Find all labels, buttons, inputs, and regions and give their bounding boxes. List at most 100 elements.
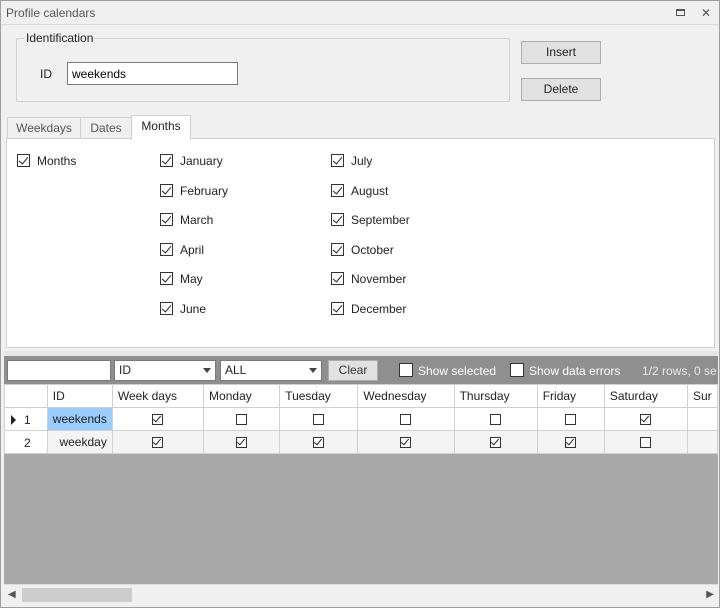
flag-cell[interactable] — [111, 430, 205, 454]
months-all-label: Months — [37, 154, 77, 168]
column-select[interactable]: ID — [114, 360, 216, 381]
column-header[interactable]: Saturday — [603, 384, 688, 408]
month-checkbox[interactable] — [331, 243, 344, 256]
column-header[interactable]: Sur — [686, 384, 718, 408]
tab-dates[interactable]: Dates — [80, 117, 132, 139]
flag-cell[interactable] — [686, 407, 718, 431]
grid-checkbox[interactable] — [490, 414, 502, 426]
month-checkbox[interactable] — [331, 302, 344, 315]
month-label: November — [351, 272, 407, 286]
chevron-down-icon — [203, 368, 211, 373]
horizontal-scrollbar[interactable]: ◀ ▶ — [4, 584, 718, 605]
flag-cell[interactable] — [203, 407, 281, 431]
month-checkbox[interactable] — [160, 243, 173, 256]
grid-checkbox[interactable] — [236, 414, 248, 426]
id-cell[interactable]: weekday — [46, 430, 113, 454]
column-select-value: ID — [119, 363, 131, 377]
month-label: July — [351, 154, 373, 168]
scope-select[interactable]: ALL — [220, 360, 322, 381]
grid-checkbox[interactable] — [313, 414, 325, 426]
delete-button[interactable]: Delete — [521, 78, 601, 101]
column-header[interactable]: Monday — [203, 384, 281, 408]
current-row-icon — [11, 415, 16, 425]
restore-button[interactable] — [674, 6, 688, 20]
column-header[interactable]: Thursday — [453, 384, 538, 408]
month-label: September — [351, 213, 410, 227]
column-header[interactable]: Wednesday — [357, 384, 455, 408]
column-header[interactable]: Week days — [111, 384, 205, 408]
month-checkbox[interactable] — [160, 154, 173, 167]
month-label: October — [351, 243, 394, 257]
show-data-errors-label: Show data errors — [529, 364, 621, 378]
row-number: 1 — [24, 413, 31, 427]
month-checkbox[interactable] — [331, 154, 344, 167]
grid-toolbar: ID ALL Clear Show selected Show data err… — [4, 356, 718, 384]
row-number: 2 — [24, 436, 31, 450]
id-cell[interactable]: weekends — [46, 407, 113, 431]
row-header[interactable]: 1 — [4, 407, 48, 431]
tab-weekdays[interactable]: Weekdays — [7, 117, 81, 139]
table-row[interactable]: 1 weekends — [4, 407, 718, 431]
month-checkbox[interactable] — [160, 302, 173, 315]
flag-cell[interactable] — [603, 430, 688, 454]
grid-checkbox[interactable] — [640, 437, 652, 449]
month-checkbox[interactable] — [331, 213, 344, 226]
months-panel: Months January February March April May … — [6, 138, 715, 348]
title-bar: Profile calendars ✕ — [1, 1, 719, 25]
grid-checkbox[interactable] — [640, 413, 652, 426]
flag-cell[interactable] — [536, 430, 605, 454]
row-header-corner — [4, 384, 48, 408]
show-selected-checkbox[interactable] — [399, 363, 413, 377]
id-label: ID — [40, 67, 52, 81]
scroll-thumb[interactable] — [22, 588, 132, 602]
flag-cell[interactable] — [111, 407, 205, 431]
grid-checkbox[interactable] — [400, 436, 412, 449]
close-icon[interactable]: ✕ — [699, 6, 713, 20]
month-label: April — [180, 243, 205, 257]
flag-cell[interactable] — [686, 430, 718, 454]
filter-input[interactable] — [7, 360, 111, 381]
grid-checkbox[interactable] — [313, 436, 325, 449]
grid-checkbox[interactable] — [152, 436, 164, 449]
column-header[interactable]: Tuesday — [279, 384, 359, 408]
scroll-right-icon[interactable]: ▶ — [706, 589, 714, 600]
data-grid: ID Week days Monday Tuesday Wednesday Th… — [4, 384, 718, 454]
month-checkbox[interactable] — [331, 184, 344, 197]
grid-header-row: ID Week days Monday Tuesday Wednesday Th… — [4, 384, 718, 408]
row-count-status: 1/2 rows, 0 se — [642, 364, 717, 378]
flag-cell[interactable] — [203, 430, 281, 454]
row-header[interactable]: 2 — [4, 430, 48, 454]
month-checkbox[interactable] — [160, 272, 173, 285]
scroll-left-icon[interactable]: ◀ — [8, 589, 16, 600]
month-checkbox[interactable] — [160, 213, 173, 226]
id-input[interactable] — [67, 62, 238, 85]
grid-checkbox[interactable] — [400, 414, 412, 426]
show-data-errors-checkbox[interactable] — [510, 363, 524, 377]
scope-select-value: ALL — [225, 363, 247, 377]
flag-cell[interactable] — [453, 430, 538, 454]
flag-cell[interactable] — [279, 430, 359, 454]
flag-cell[interactable] — [357, 407, 455, 431]
clear-button[interactable]: Clear — [328, 360, 378, 381]
window-title: Profile calendars — [6, 6, 96, 20]
table-row[interactable]: 2 weekday — [4, 430, 718, 454]
column-header[interactable]: Friday — [536, 384, 605, 408]
flag-cell[interactable] — [279, 407, 359, 431]
flag-cell[interactable] — [453, 407, 538, 431]
flag-cell[interactable] — [603, 407, 688, 431]
grid-checkbox[interactable] — [236, 436, 248, 449]
flag-cell[interactable] — [536, 407, 605, 431]
month-checkbox[interactable] — [160, 184, 173, 197]
tab-months[interactable]: Months — [131, 115, 191, 140]
grid-checkbox[interactable] — [152, 413, 164, 426]
restore-icon — [676, 9, 685, 16]
grid-checkbox[interactable] — [490, 436, 502, 449]
grid-checkbox[interactable] — [565, 436, 577, 449]
grid-checkbox[interactable] — [565, 414, 577, 426]
column-header[interactable]: ID — [46, 384, 113, 408]
flag-cell[interactable] — [357, 430, 455, 454]
months-all-checkbox[interactable] — [17, 154, 30, 167]
insert-button[interactable]: Insert — [521, 41, 601, 64]
month-label: May — [180, 272, 203, 286]
month-checkbox[interactable] — [331, 272, 344, 285]
